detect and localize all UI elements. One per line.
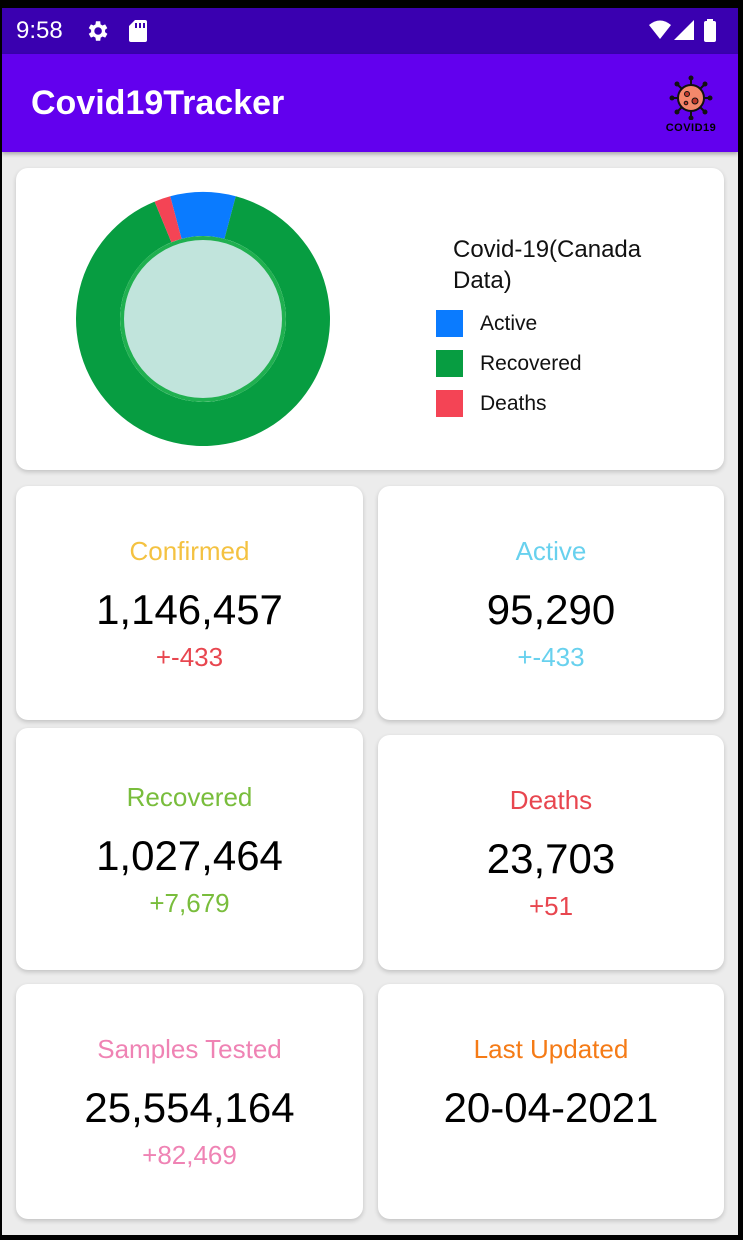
settings-gear-icon: [88, 21, 108, 41]
legend-swatch-active: [436, 310, 463, 337]
signal-icon: [674, 20, 694, 40]
chart-legend: Covid-19(Canada Data) Active Recovered D…: [436, 234, 706, 430]
virus-icon: [669, 75, 713, 121]
last-updated-label: Last Updated: [473, 1034, 629, 1064]
last-updated-card[interactable]: Last Updated 20-04-2021: [378, 984, 724, 1219]
legend-item-recovered: Recovered: [436, 350, 706, 390]
battery-icon: [704, 19, 716, 42]
chart-title: Covid-19(Canada Data): [453, 236, 642, 294]
confirmed-delta: +-433: [155, 642, 224, 672]
deaths-delta: +51: [528, 891, 574, 921]
confirmed-card[interactable]: Confirmed 1,146,457 +-433: [16, 486, 363, 720]
donut-chart: [76, 192, 330, 446]
active-value: 95,290: [486, 586, 616, 633]
recovered-delta: +7,679: [149, 888, 230, 918]
phone-screen: 9:58 Covid19Tracker COVID19 Covid-19(Can…: [2, 8, 738, 1235]
app-title: Covid19Tracker: [31, 84, 285, 122]
recovered-card[interactable]: Recovered 1,027,464 +7,679: [16, 728, 363, 970]
sd-card-icon: [129, 20, 147, 42]
last-updated-value: 20-04-2021: [443, 1084, 659, 1131]
donut-slice-active: [170, 192, 236, 239]
deaths-value: 23,703: [486, 835, 616, 882]
recovered-label: Recovered: [126, 782, 253, 812]
samples-tested-delta: +82,469: [142, 1140, 237, 1170]
chart-card: Covid-19(Canada Data) Active Recovered D…: [16, 168, 724, 470]
status-time: 9:58: [16, 17, 63, 44]
covid19-logo: COVID19: [662, 74, 720, 134]
legend-swatch-deaths: [436, 390, 463, 417]
status-icons: [649, 19, 716, 42]
legend-label-recovered: Recovered: [480, 352, 582, 375]
active-delta: +-433: [517, 642, 585, 672]
deaths-label: Deaths: [509, 785, 593, 815]
legend-swatch-recovered: [436, 350, 463, 377]
legend-item-deaths: Deaths: [436, 390, 706, 430]
donut-hole: [124, 240, 282, 398]
samples-tested-value: 25,554,164: [84, 1084, 295, 1131]
legend-label-active: Active: [480, 312, 538, 335]
deaths-card[interactable]: Deaths 23,703 +51: [378, 735, 724, 970]
confirmed-label: Confirmed: [129, 536, 250, 566]
active-card[interactable]: Active 95,290 +-433: [378, 486, 724, 720]
legend-label-deaths: Deaths: [480, 392, 547, 415]
app-bar: Covid19Tracker COVID19: [2, 54, 738, 152]
samples-tested-card[interactable]: Samples Tested 25,554,164 +82,469: [16, 984, 363, 1219]
samples-tested-label: Samples Tested: [97, 1034, 282, 1064]
status-bar: 9:58: [2, 8, 738, 54]
legend-item-active: Active: [436, 310, 706, 350]
wifi-icon: [649, 20, 671, 39]
logo-text: COVID19: [665, 122, 717, 134]
active-label: Active: [515, 536, 587, 566]
confirmed-value: 1,146,457: [96, 586, 283, 633]
recovered-value: 1,027,464: [96, 832, 283, 879]
